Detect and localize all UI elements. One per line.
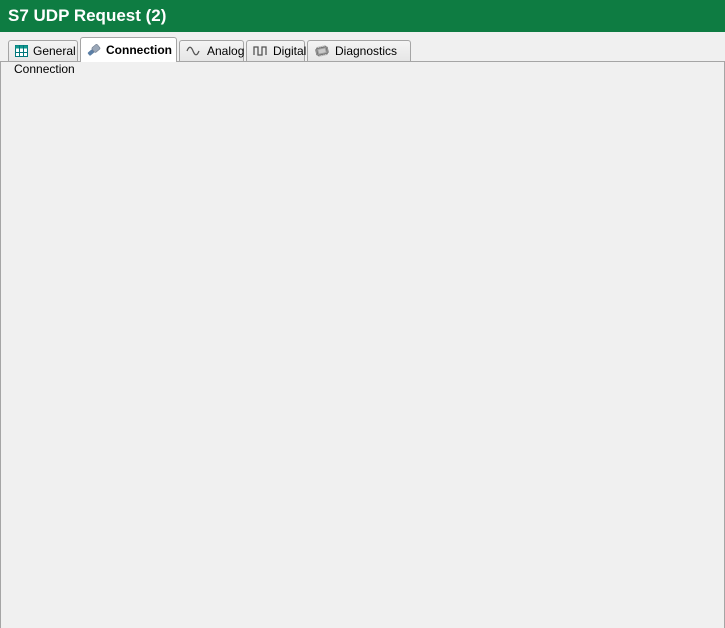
tab-general[interactable]: General <box>8 40 78 61</box>
module-title: S7 UDP Request (2) <box>8 0 166 32</box>
sine-wave-icon <box>186 44 202 58</box>
chip-icon <box>314 44 330 58</box>
tab-label: General <box>33 44 76 58</box>
table-grid-icon <box>15 44 28 58</box>
tab-connection[interactable]: Connection <box>80 37 177 62</box>
module-title-bar: S7 UDP Request (2) <box>0 0 725 32</box>
s7-udp-request-dialog: S7 UDP Request (2) General Connection An… <box>0 0 725 628</box>
tab-digital[interactable]: Digital <box>246 40 305 61</box>
tab-label: Connection <box>106 43 172 57</box>
square-wave-icon <box>253 44 268 58</box>
tab-label: Digital <box>273 44 306 58</box>
tab-page <box>0 61 725 628</box>
tab-label: Analog <box>207 44 244 58</box>
tab-label: Diagnostics <box>335 44 397 58</box>
connection-group-label: Connection <box>10 62 79 76</box>
tab-diagnostics[interactable]: Diagnostics <box>307 40 411 61</box>
tab-analog[interactable]: Analog <box>179 40 244 61</box>
connector-icon <box>87 43 101 57</box>
